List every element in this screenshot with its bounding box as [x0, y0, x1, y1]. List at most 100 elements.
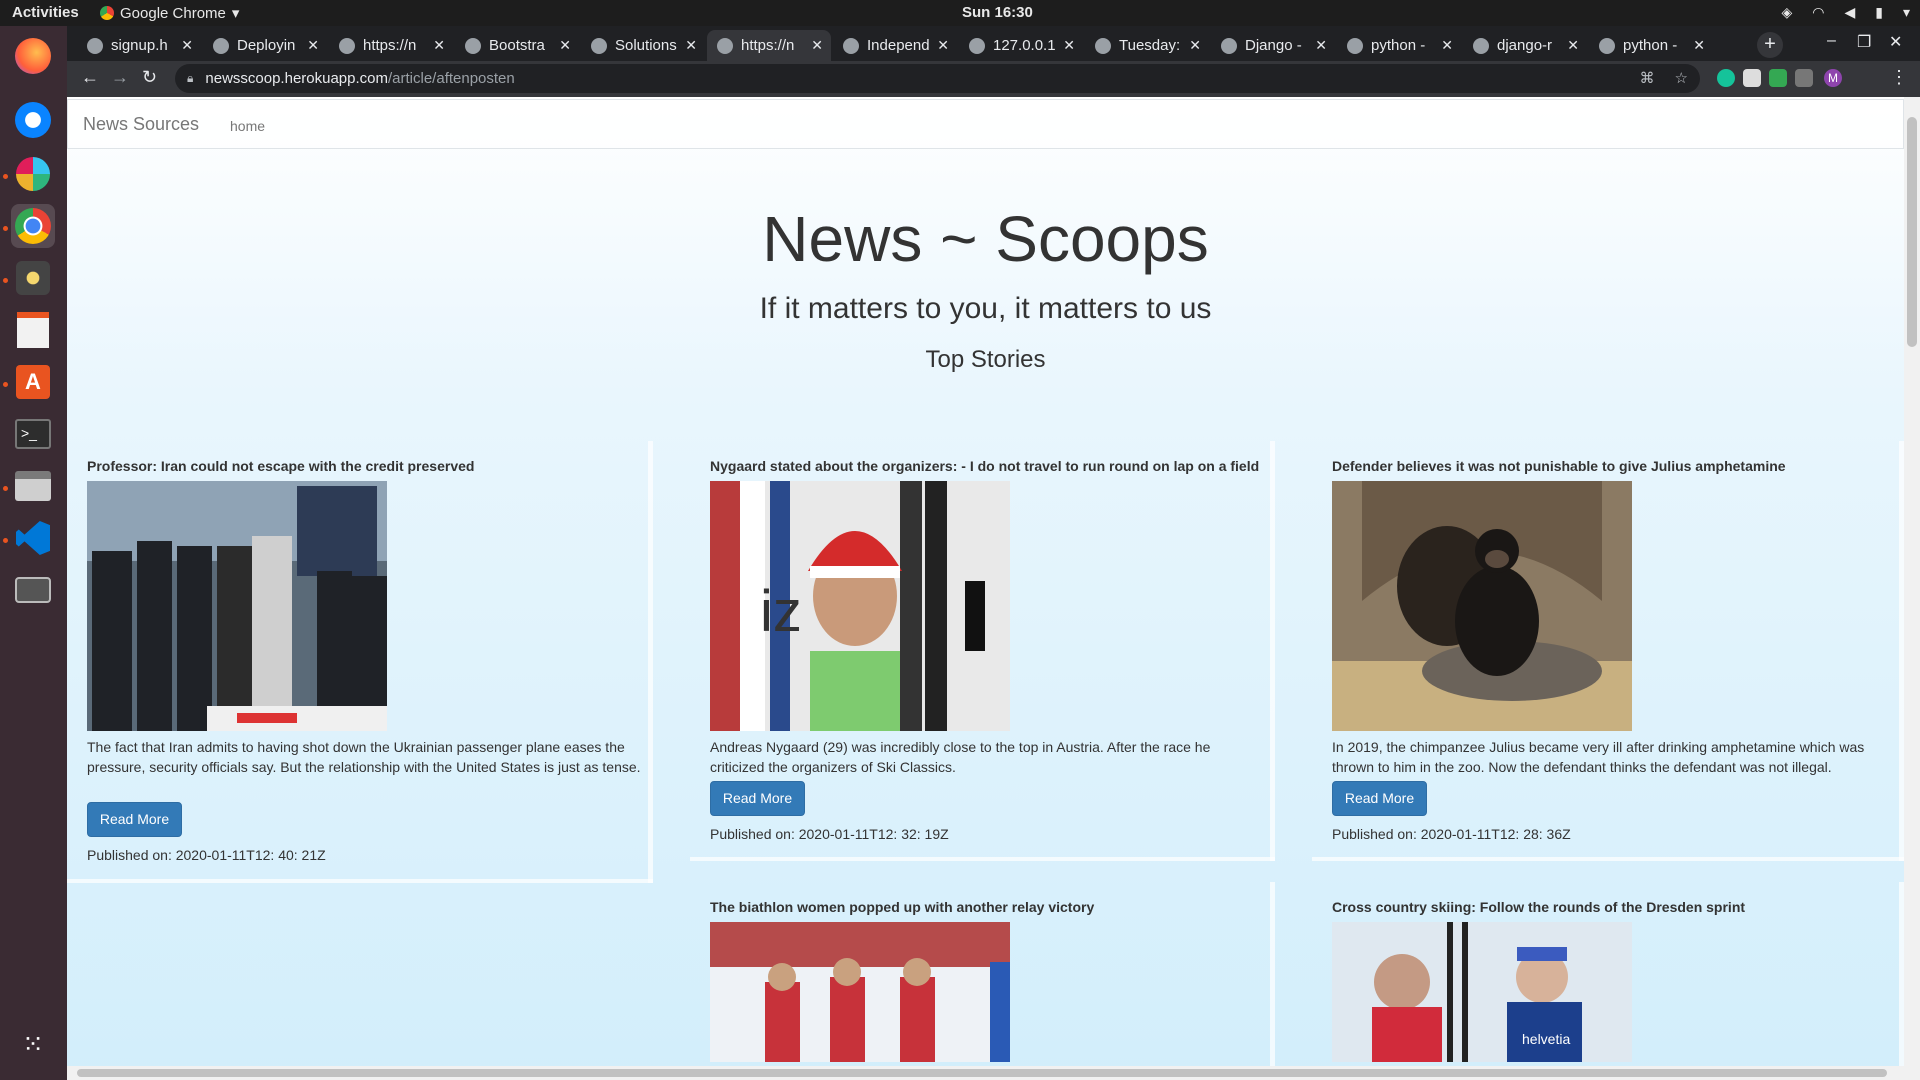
- browser-tab[interactable]: 127.0.0.1 ✕: [959, 30, 1083, 61]
- translate-icon[interactable]: ⌘: [1640, 69, 1655, 87]
- reload-icon[interactable]: ↻: [142, 67, 157, 88]
- slack-icon[interactable]: [11, 152, 55, 196]
- close-icon[interactable]: ✕: [937, 37, 949, 54]
- app-menu[interactable]: Google Chrome ▾: [100, 4, 239, 22]
- browser-tab[interactable]: Deployin ✕: [203, 30, 327, 61]
- tab-favicon-icon: [1221, 37, 1237, 54]
- close-icon[interactable]: ✕: [559, 37, 571, 54]
- close-window-icon[interactable]: ✕: [1889, 32, 1902, 52]
- firefox-icon[interactable]: [11, 34, 55, 78]
- read-more-button[interactable]: Read More: [87, 802, 182, 837]
- browser-tab[interactable]: python - ✕: [1589, 30, 1713, 61]
- page-title: News ~ Scoops: [762, 203, 1209, 275]
- section-title: Top Stories: [925, 346, 1046, 373]
- close-icon[interactable]: ✕: [811, 37, 823, 54]
- article-image: iz: [710, 481, 1010, 731]
- grammarly-icon[interactable]: [1717, 69, 1735, 87]
- chrome-icon[interactable]: [11, 204, 55, 248]
- browser-tab[interactable]: Bootstra ✕: [455, 30, 579, 61]
- running-indicator: [3, 486, 8, 491]
- address-bar[interactable]: 🔒︎ newsscoop.herokuapp.com/article/aften…: [175, 64, 1700, 93]
- running-indicator: [3, 382, 8, 387]
- tab-favicon-icon: [339, 37, 355, 54]
- running-indicator: [3, 278, 8, 283]
- tab-title: https://n: [741, 37, 795, 54]
- tab-favicon-icon: [1473, 37, 1489, 54]
- extension-icon[interactable]: [1743, 69, 1761, 87]
- browser-tab[interactable]: Solutions ✕: [581, 30, 705, 61]
- article-card: Nygaard stated about the organizers: - I…: [690, 441, 1275, 861]
- tab-title: Independ: [867, 37, 930, 54]
- tagline: If it matters to you, it matters to us: [759, 292, 1212, 325]
- close-icon[interactable]: ✕: [1693, 37, 1705, 54]
- article-title: Cross country skiing: Follow the rounds …: [1332, 899, 1746, 915]
- menu-icon[interactable]: ⋮: [1890, 67, 1908, 88]
- horizontal-scrollbar[interactable]: [67, 1066, 1904, 1080]
- browser-tab[interactable]: https://n ✕: [329, 30, 453, 61]
- browser-tab[interactable]: https://n ✕: [707, 30, 831, 61]
- new-tab-button[interactable]: +: [1757, 32, 1783, 58]
- tab-title: python -: [1623, 37, 1678, 54]
- close-icon[interactable]: ✕: [1315, 37, 1327, 54]
- navbar-brand[interactable]: News Sources: [83, 114, 199, 135]
- back-icon[interactable]: ←: [81, 67, 99, 88]
- vscode-icon[interactable]: [11, 516, 55, 560]
- tab-favicon-icon: [1095, 37, 1111, 54]
- running-indicator: [3, 538, 8, 543]
- browser-tab[interactable]: Tuesday: ✕: [1085, 30, 1209, 61]
- browser-tab[interactable]: Django - ✕: [1211, 30, 1335, 61]
- terminal-icon[interactable]: >_: [11, 412, 55, 456]
- article-image: [87, 481, 387, 731]
- files-icon[interactable]: [11, 464, 55, 508]
- profile-avatar[interactable]: M: [1824, 69, 1842, 87]
- article-description: In 2019, the chimpanzee Julius became ve…: [1332, 739, 1865, 775]
- screenshot-icon[interactable]: [11, 568, 55, 612]
- close-icon[interactable]: ✕: [1063, 37, 1075, 54]
- close-icon[interactable]: ✕: [181, 37, 193, 54]
- minimize-icon[interactable]: –: [1827, 32, 1836, 50]
- tab-title: Solutions: [615, 37, 677, 54]
- tab-favicon-icon: [1347, 37, 1363, 54]
- close-icon[interactable]: ✕: [1189, 37, 1201, 54]
- maximize-icon[interactable]: ❐: [1857, 32, 1871, 52]
- forward-icon[interactable]: →: [111, 67, 129, 88]
- rhythmbox-icon[interactable]: [11, 256, 55, 300]
- read-more-button[interactable]: Read More: [710, 781, 805, 816]
- nav-home-link[interactable]: home: [230, 118, 265, 134]
- article-image: helvetia: [1332, 922, 1632, 1062]
- text-editor-icon[interactable]: [11, 308, 55, 352]
- vertical-scrollbar[interactable]: [1904, 97, 1920, 1080]
- browser-tab[interactable]: django-r ✕: [1463, 30, 1587, 61]
- article-title: Professor: Iran could not escape with th…: [87, 458, 475, 474]
- article-card: Defender believes it was not punishable …: [1312, 441, 1904, 861]
- close-icon[interactable]: ✕: [1567, 37, 1579, 54]
- article-image: [710, 922, 1010, 1062]
- tab-favicon-icon: [465, 37, 481, 54]
- svg-text:helvetia: helvetia: [1522, 1031, 1570, 1047]
- chevron-down-icon: ▾: [231, 5, 240, 22]
- close-icon[interactable]: ✕: [685, 37, 697, 54]
- browser-tab[interactable]: Independ ✕: [833, 30, 957, 61]
- running-indicator: [3, 226, 8, 231]
- extension-icon[interactable]: [1769, 69, 1787, 87]
- star-icon[interactable]: ☆: [1675, 69, 1688, 87]
- clock[interactable]: Sun 16:30: [962, 4, 1033, 21]
- tab-favicon-icon: [1599, 37, 1615, 54]
- battery-icon: ▮: [1875, 4, 1883, 20]
- thunderbird-icon[interactable]: [11, 98, 55, 142]
- close-icon[interactable]: ✕: [307, 37, 319, 54]
- hero-section: News ~ Scoops If it matters to you, it m…: [67, 202, 1904, 374]
- browser-tab[interactable]: signup.h ✕: [77, 30, 201, 61]
- article-card: Professor: Iran could not escape with th…: [67, 441, 653, 883]
- system-tray[interactable]: ◈ ◠ ◀ ▮ ▾: [1781, 4, 1910, 21]
- tab-favicon-icon: [843, 37, 859, 54]
- close-icon[interactable]: ✕: [1441, 37, 1453, 54]
- app-grid-icon[interactable]: ⁙: [11, 1022, 55, 1066]
- browser-tab[interactable]: python - ✕: [1337, 30, 1461, 61]
- activities-button[interactable]: Activities: [12, 4, 79, 21]
- camera-icon[interactable]: [1795, 69, 1813, 87]
- close-icon[interactable]: ✕: [433, 37, 445, 54]
- read-more-button[interactable]: Read More: [1332, 781, 1427, 816]
- tab-favicon-icon: [591, 37, 607, 54]
- software-center-icon[interactable]: A: [11, 360, 55, 404]
